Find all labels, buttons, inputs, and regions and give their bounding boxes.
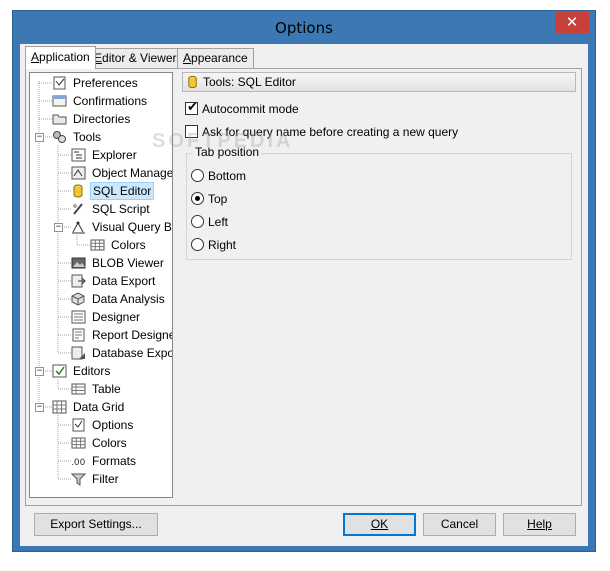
sql-editor-icon	[188, 75, 197, 89]
data-grid-collapse-toggle[interactable]: −	[35, 403, 44, 412]
preferences-icon	[53, 76, 66, 90]
data-grid-icon	[52, 400, 67, 414]
visual-query-builder-icon	[72, 221, 85, 234]
options-tree[interactable]: − − − − Preferences Confirmations Direct…	[29, 72, 173, 498]
sql-editor-icon	[73, 184, 83, 198]
title-bar[interactable]: Options ✕	[13, 11, 595, 45]
export-settings-button[interactable]: Export Settings...	[34, 513, 158, 536]
data-export-icon	[71, 274, 86, 288]
dialog-client: Application Editor & Viewers Appearance	[20, 44, 588, 546]
directories-icon	[52, 114, 67, 125]
database-export-icon	[71, 346, 85, 360]
settings-panel: Tools: SQL Editor ✔ Autocommit mode Ask …	[182, 72, 577, 498]
report-designer-icon	[72, 328, 85, 342]
tools-collapse-toggle[interactable]: −	[35, 133, 44, 142]
svg-text:.00: .00	[71, 458, 86, 468]
sql-script-icon	[73, 203, 83, 215]
table-icon	[71, 383, 86, 395]
tab-panel: − − − − Preferences Confirmations Direct…	[25, 68, 582, 506]
editors-collapse-toggle[interactable]: −	[35, 367, 44, 376]
cancel-button[interactable]: Cancel	[423, 513, 496, 536]
formats-icon: .00	[71, 458, 86, 468]
filter-icon	[71, 473, 86, 486]
explorer-icon	[71, 148, 86, 162]
options-icon	[72, 418, 85, 432]
object-manager-icon	[71, 166, 86, 180]
colors-icon	[71, 437, 86, 449]
close-button[interactable]: ✕	[555, 12, 589, 33]
check-mark-icon: ✔	[187, 100, 198, 115]
tab-application[interactable]: Application	[25, 46, 96, 69]
ok-button[interactable]: OK	[343, 513, 416, 536]
help-button[interactable]: Help	[503, 513, 576, 536]
editors-icon	[52, 364, 67, 378]
confirmations-icon	[52, 95, 67, 107]
window-title: Options	[275, 19, 333, 37]
data-analysis-icon	[71, 292, 85, 306]
tab-editor-viewers[interactable]: Editor & Viewers	[88, 48, 189, 68]
blob-viewer-icon	[71, 257, 86, 269]
tab-position-legend: Tab position	[193, 145, 262, 159]
visual-query-builder-collapse-toggle[interactable]: −	[54, 223, 63, 232]
tab-appearance[interactable]: Appearance	[177, 48, 254, 68]
panel-header-title: Tools: SQL Editor	[203, 75, 296, 89]
tools-icon	[53, 131, 66, 143]
panel-header: Tools: SQL Editor	[182, 72, 576, 92]
tab-position-group: Tab position Bottom Top Left Right	[186, 145, 572, 260]
colors-icon	[90, 239, 105, 251]
options-window: Options ✕ Application Editor & Viewers A…	[12, 10, 596, 552]
close-icon: ✕	[565, 13, 579, 31]
designer-icon	[71, 310, 86, 324]
